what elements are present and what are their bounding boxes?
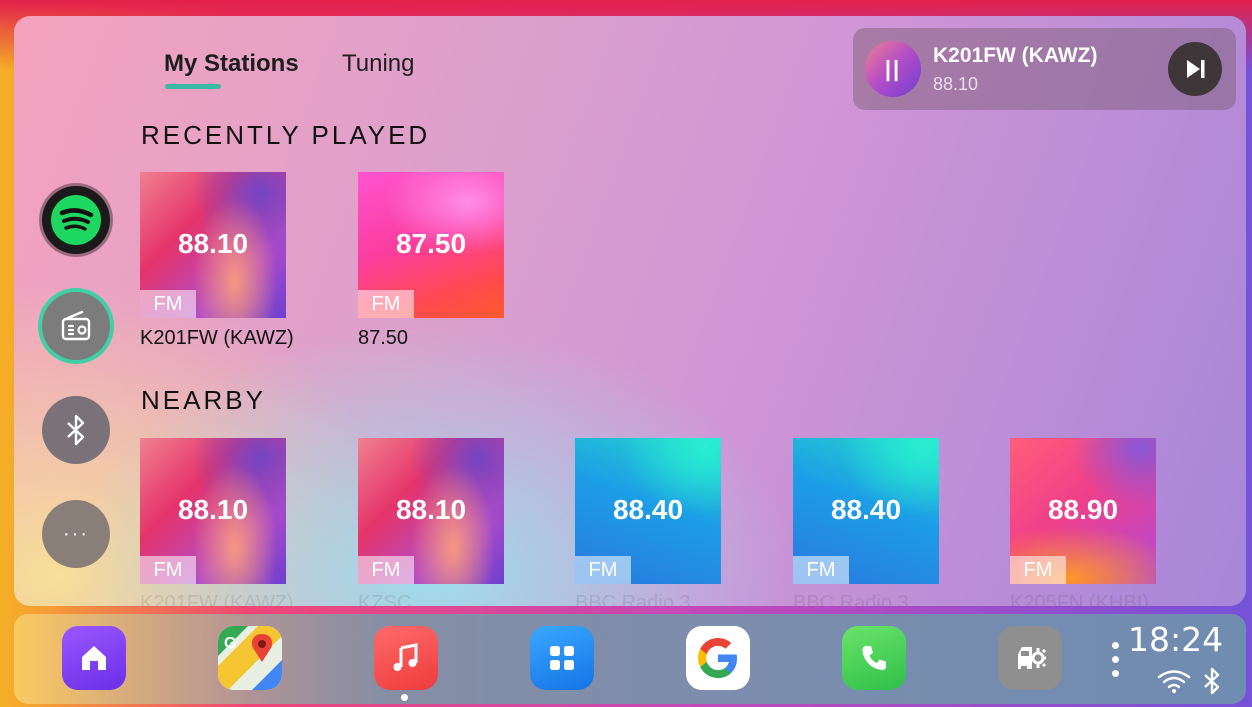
now-playing-title: K201FW (KAWZ): [933, 44, 1098, 67]
radio-button[interactable]: [42, 292, 110, 360]
bluetooth-icon: [67, 414, 85, 446]
app-dock: G 18:24: [14, 614, 1246, 704]
spotify-button[interactable]: [42, 186, 110, 254]
nearby-heading: NEARBY: [141, 385, 266, 415]
more-button[interactable]: ···: [42, 500, 110, 568]
wifi-icon: [1157, 670, 1191, 693]
music-button[interactable]: [374, 626, 438, 690]
station-band: FM: [1010, 556, 1066, 584]
station-tile[interactable]: 88.90 FM: [1010, 438, 1156, 584]
home-button[interactable]: [62, 626, 126, 690]
google-maps-button[interactable]: G: [218, 626, 282, 690]
music-icon: [393, 643, 418, 671]
skip-next-button[interactable]: [1168, 42, 1222, 96]
now-playing-frequency: 88.10: [933, 74, 979, 94]
station-frequency: 88.40: [830, 494, 902, 525]
tab-active-indicator: [165, 84, 221, 89]
more-icon: ···: [63, 522, 89, 545]
svg-text:G: G: [224, 635, 236, 652]
station-name: K201FW (KAWZ): [140, 592, 294, 606]
station-band: FM: [140, 290, 196, 318]
radio-icon: [61, 310, 91, 341]
car-settings-button[interactable]: [998, 626, 1062, 690]
station-name: BBC Radio 3: [575, 592, 691, 606]
station-tile[interactable]: 88.40 FM: [575, 438, 721, 584]
phone-button[interactable]: [842, 626, 906, 690]
home-icon: [82, 646, 106, 670]
pause-icon: ||: [884, 56, 902, 81]
station-frequency: 88.10: [177, 228, 249, 259]
station-name: K201FW (KAWZ): [140, 327, 294, 349]
station-band: FM: [575, 556, 631, 584]
station-name: K205FN (KHBI): [1010, 592, 1149, 606]
station-name: KZSC: [358, 592, 412, 606]
station-frequency: 87.50: [395, 228, 467, 259]
station-tile[interactable]: 87.50 FM: [358, 172, 504, 318]
spotify-icon: [51, 195, 101, 245]
car-settings-icon: [1018, 647, 1047, 669]
tab-tuning[interactable]: Tuning: [342, 50, 415, 78]
station-tile[interactable]: 88.10 FM: [140, 438, 286, 584]
station-tile[interactable]: 88.10 FM: [140, 172, 286, 318]
app-grid-icon: [550, 646, 574, 670]
screen: My Stations Tuning RECENTLY PLAYED NEARB…: [0, 0, 1252, 707]
tab-my-stations[interactable]: My Stations: [164, 50, 299, 78]
skip-next-icon: [1187, 60, 1205, 78]
station-band: FM: [793, 556, 849, 584]
station-band: FM: [358, 556, 414, 584]
google-icon: [698, 638, 737, 678]
recently-played-heading: RECENTLY PLAYED: [141, 120, 431, 150]
station-tile[interactable]: 88.10 FM: [358, 438, 504, 584]
station-name: 87.50: [358, 327, 409, 349]
google-button[interactable]: [686, 626, 750, 690]
station-frequency: 88.40: [612, 494, 684, 525]
phone-icon: [862, 646, 886, 670]
bluetooth-button[interactable]: [42, 396, 110, 464]
station-frequency: 88.10: [177, 494, 249, 525]
play-pause-button[interactable]: ||: [865, 41, 921, 97]
more-vertical-icon[interactable]: [1112, 642, 1120, 684]
now-playing-card[interactable]: || K201FW (KAWZ) 88.10: [853, 28, 1236, 110]
google-maps-icon: G: [218, 626, 282, 690]
app-launcher-button[interactable]: [530, 626, 594, 690]
bluetooth-status-icon: [1204, 667, 1220, 695]
station-band: FM: [140, 556, 196, 584]
station-frequency: 88.90: [1047, 494, 1119, 525]
clock: 18:24: [1128, 620, 1224, 659]
station-frequency: 88.10: [395, 494, 467, 525]
status-bar: [1156, 666, 1226, 695]
station-tile[interactable]: 88.40 FM: [793, 438, 939, 584]
active-app-indicator: [401, 694, 408, 701]
station-band: FM: [358, 290, 414, 318]
station-name: BBC Radio 3: [793, 592, 909, 606]
